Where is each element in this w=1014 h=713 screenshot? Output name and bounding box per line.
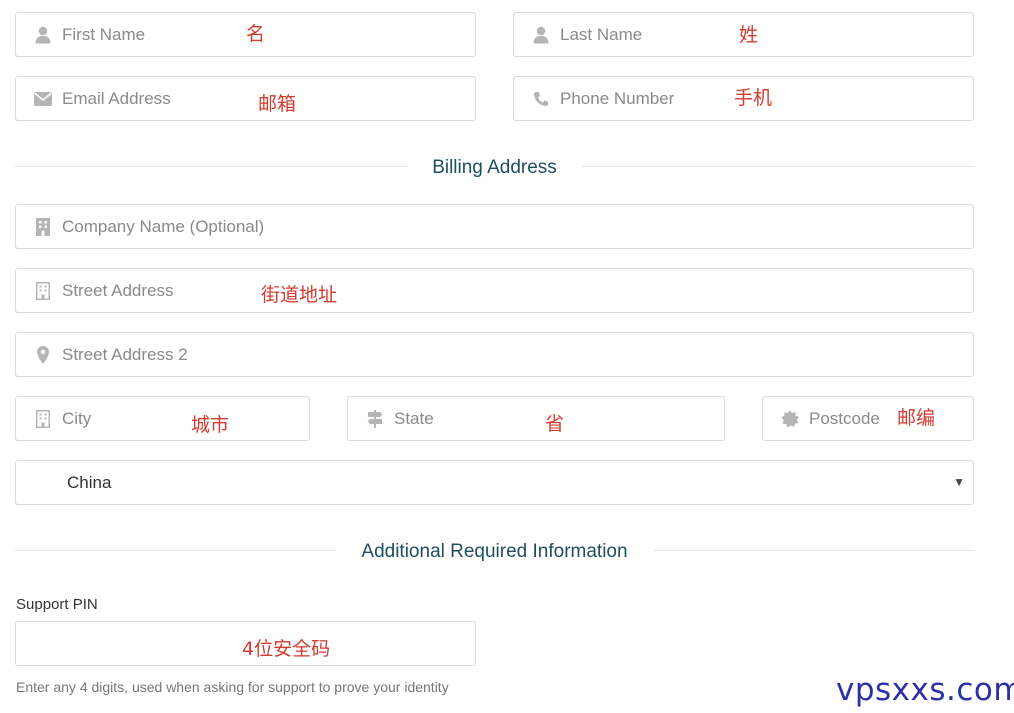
signpost-icon xyxy=(366,409,384,429)
street-address-note: 街道地址 xyxy=(261,284,338,306)
city-note: 城市 xyxy=(191,414,230,436)
country-selected-value: China xyxy=(67,473,112,492)
state-placeholder: State xyxy=(394,409,434,428)
watermark: vpsxxs.com xyxy=(836,672,1014,708)
support-pin-note: 4位安全码 xyxy=(242,638,331,660)
phone-icon xyxy=(532,89,550,109)
state-field[interactable]: State 省 xyxy=(347,396,725,441)
building-outline-icon xyxy=(34,409,52,429)
first-name-note: 名 xyxy=(246,23,266,45)
map-marker-icon xyxy=(34,345,52,365)
city-field[interactable]: City 城市 xyxy=(15,396,310,441)
email-placeholder: Email Address xyxy=(62,89,171,108)
support-pin-label: Support PIN xyxy=(16,596,98,613)
last-name-note: 姓 xyxy=(739,24,759,46)
building-outline-icon xyxy=(34,281,52,301)
country-select[interactable]: China ▼ xyxy=(15,460,974,505)
state-note: 省 xyxy=(545,413,565,435)
building-icon xyxy=(34,217,52,237)
last-name-field[interactable]: Last Name 姓 xyxy=(513,12,974,57)
phone-field[interactable]: Phone Number 手机 xyxy=(513,76,974,121)
street-address-2-field[interactable]: Street Address 2 xyxy=(15,332,974,377)
street-address-2-placeholder: Street Address 2 xyxy=(62,345,188,364)
street-address-placeholder: Street Address xyxy=(62,281,174,300)
divider-left xyxy=(15,166,408,167)
email-note: 邮箱 xyxy=(258,93,297,115)
city-placeholder: City xyxy=(62,409,92,428)
support-pin-help: Enter any 4 digits, used when asking for… xyxy=(16,679,449,695)
envelope-icon xyxy=(34,89,52,109)
billing-address-heading: Billing Address xyxy=(432,157,557,178)
user-icon xyxy=(34,25,52,45)
company-name-placeholder: Company Name (Optional) xyxy=(62,217,265,236)
chevron-down-icon[interactable]: ▼ xyxy=(953,475,965,489)
postcode-field[interactable]: Postcode 邮编 xyxy=(762,396,974,441)
certificate-icon xyxy=(781,409,799,429)
street-address-field[interactable]: Street Address 街道地址 xyxy=(15,268,974,313)
phone-note: 手机 xyxy=(734,87,773,109)
divider-right xyxy=(581,166,974,167)
divider-right xyxy=(653,550,974,551)
postcode-placeholder: Postcode xyxy=(809,409,880,428)
company-name-field[interactable]: Company Name (Optional) xyxy=(15,204,974,249)
divider-left xyxy=(15,550,336,551)
phone-placeholder: Phone Number xyxy=(560,89,675,108)
user-icon xyxy=(532,25,550,45)
first-name-placeholder: First Name xyxy=(62,25,146,44)
email-field[interactable]: Email Address 邮箱 xyxy=(15,76,476,121)
last-name-placeholder: Last Name xyxy=(560,25,643,44)
support-pin-input[interactable]: 4位安全码 xyxy=(15,621,476,666)
first-name-field[interactable]: First Name 名 xyxy=(15,12,476,57)
additional-info-heading: Additional Required Information xyxy=(361,541,628,562)
postcode-note: 邮编 xyxy=(897,407,936,429)
